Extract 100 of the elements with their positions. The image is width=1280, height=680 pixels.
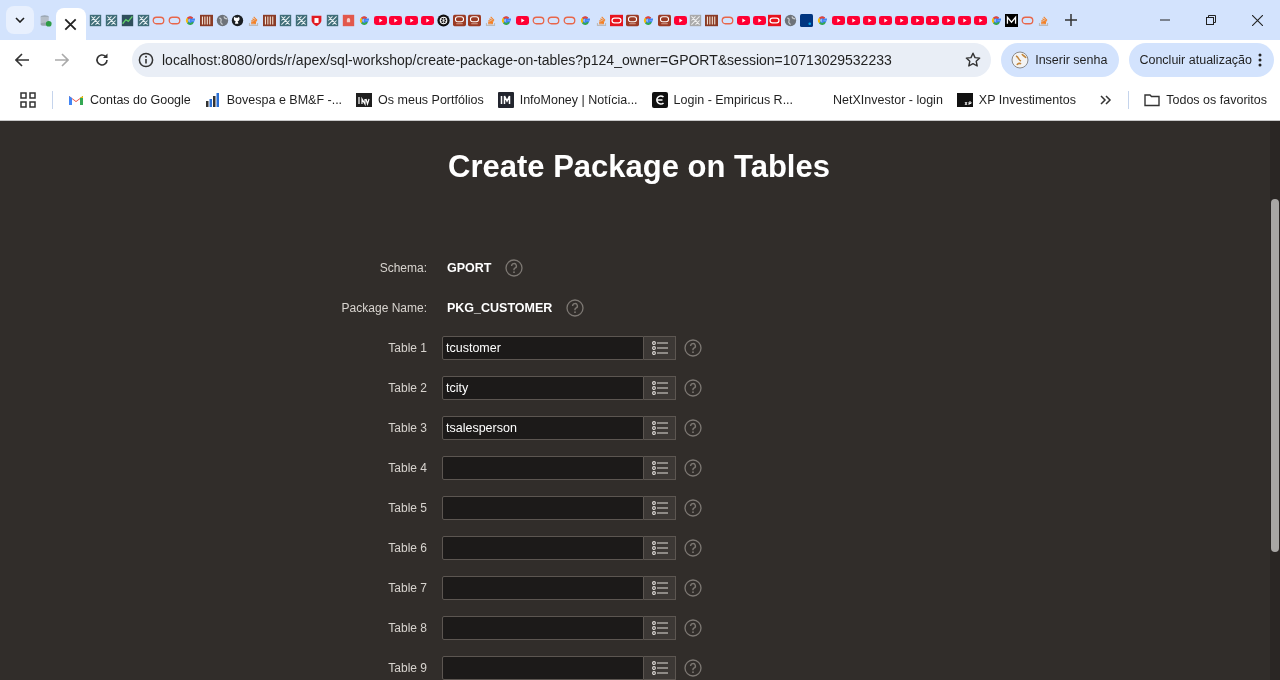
help-icon xyxy=(566,299,585,317)
ring-icon xyxy=(768,13,782,27)
star-icon xyxy=(965,52,982,68)
help-button[interactable] xyxy=(684,419,702,437)
list-picker-button[interactable] xyxy=(644,616,676,640)
field-label: Table 6 xyxy=(388,541,427,555)
table-input[interactable] xyxy=(442,496,644,520)
play-icon xyxy=(373,13,387,27)
field-label: Package Name: xyxy=(341,301,427,315)
play-icon xyxy=(942,13,956,27)
field-value: PKG_CUSTOMER xyxy=(447,301,553,315)
play-icon xyxy=(926,13,940,27)
help-button[interactable] xyxy=(684,539,702,557)
bar-chart-icon xyxy=(204,92,221,108)
help-icon xyxy=(684,579,702,597)
bookmark[interactable]: Bovespa e BM&F -... xyxy=(197,86,350,114)
app-icon xyxy=(105,13,118,27)
scrollbar-thumb[interactable] xyxy=(1271,199,1279,552)
plus-icon xyxy=(1065,14,1078,26)
bookmark[interactable]: Os meus Portfólios xyxy=(349,86,491,114)
help-button[interactable] xyxy=(505,259,524,277)
page-title: Create Package on Tables xyxy=(448,149,830,186)
password-button[interactable]: Inserir senha xyxy=(1001,43,1120,77)
address-bar[interactable]: localhost:8080/ords/r/apex/sql-workshop/create-package-on-tables?p124_owner=GPORT&session=10713029532233 xyxy=(132,43,992,77)
globe-icon xyxy=(784,13,798,27)
bookmark[interactable]: InfoMoney | Notícia... xyxy=(490,86,645,114)
browser-tab[interactable] xyxy=(55,8,86,40)
help-icon xyxy=(684,419,702,437)
list-picker-button[interactable] xyxy=(644,496,676,520)
list-picker-button[interactable] xyxy=(644,656,676,680)
google-icon xyxy=(578,13,592,27)
list-icon xyxy=(651,581,668,595)
help-button[interactable] xyxy=(684,379,702,397)
help-button[interactable] xyxy=(684,339,702,357)
list-picker-button[interactable] xyxy=(644,576,676,600)
update-button[interactable]: Concluir atualização xyxy=(1129,43,1274,77)
table-input[interactable] xyxy=(442,576,644,600)
knot-icon xyxy=(436,13,450,27)
forum-icon xyxy=(468,13,482,27)
help-button[interactable] xyxy=(684,619,702,637)
play-icon xyxy=(736,13,750,27)
table-input[interactable] xyxy=(442,616,644,640)
list-picker-button[interactable] xyxy=(644,456,676,480)
play-icon xyxy=(831,13,845,27)
ring-icon xyxy=(610,13,624,27)
chart-icon xyxy=(120,13,134,27)
info-icon xyxy=(138,52,154,68)
help-button[interactable] xyxy=(684,499,702,517)
table-input[interactable]: tsalesperson xyxy=(442,416,644,440)
minimize-icon xyxy=(1160,19,1170,21)
table-input[interactable] xyxy=(442,456,644,480)
scrollbar[interactable] xyxy=(1270,121,1280,680)
help-button[interactable] xyxy=(684,659,702,677)
list-icon xyxy=(651,501,668,515)
cat-icon xyxy=(231,13,245,27)
list-icon xyxy=(651,541,668,555)
bookmark-star-button[interactable] xyxy=(965,52,982,68)
list-picker-button[interactable] xyxy=(644,416,676,440)
play-icon xyxy=(973,13,987,27)
apps-grid-icon xyxy=(20,92,36,108)
list-icon xyxy=(651,621,668,635)
forum-icon xyxy=(657,13,671,27)
app-icon xyxy=(326,13,340,27)
help-button[interactable] xyxy=(566,299,585,317)
table-input[interactable]: tcity xyxy=(442,376,644,400)
play-icon xyxy=(910,13,924,27)
all-bookmarks-button[interactable]: Todos os favoritos xyxy=(1137,86,1274,114)
play-icon xyxy=(847,13,861,27)
restore-icon xyxy=(1206,15,1216,25)
book-icon xyxy=(705,13,719,27)
help-icon xyxy=(684,459,702,477)
list-picker-button[interactable] xyxy=(644,376,676,400)
bookmark[interactable]: XP Investimentos xyxy=(949,86,1083,114)
bookmark[interactable]: Contas do Google xyxy=(61,86,198,114)
table-input[interactable]: tcustomer xyxy=(442,336,644,360)
bookmark[interactable]: NetXInvestor - login xyxy=(804,86,950,114)
logo-icon xyxy=(956,92,973,108)
forum-icon xyxy=(452,13,466,27)
help-button[interactable] xyxy=(684,579,702,597)
field-label: Table 4 xyxy=(388,461,427,475)
help-button[interactable] xyxy=(684,459,702,477)
google-icon xyxy=(642,13,656,27)
help-icon xyxy=(684,499,702,517)
tab-search-button[interactable] xyxy=(6,6,34,34)
play-icon xyxy=(752,13,766,27)
bookmark[interactable]: Login - Empiricus R... xyxy=(644,86,801,114)
table-input[interactable] xyxy=(442,656,644,680)
list-icon xyxy=(651,421,668,435)
list-icon xyxy=(651,461,668,475)
help-icon xyxy=(505,259,524,277)
app-icon xyxy=(136,13,150,27)
app-icon xyxy=(278,13,292,27)
field-label: Table 7 xyxy=(388,581,427,595)
list-picker-button[interactable] xyxy=(644,536,676,560)
list-picker-button[interactable] xyxy=(644,336,676,360)
field-label: Table 2 xyxy=(388,381,427,395)
table-input[interactable] xyxy=(442,536,644,560)
close-icon xyxy=(64,17,78,31)
site-info-button[interactable] xyxy=(138,52,154,68)
reload-icon xyxy=(95,53,109,67)
